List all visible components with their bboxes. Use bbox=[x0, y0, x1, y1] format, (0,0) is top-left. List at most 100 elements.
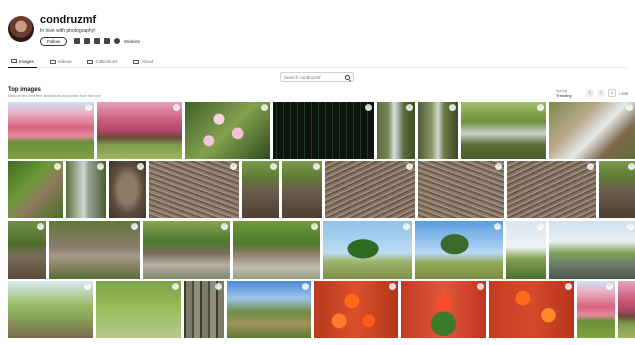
image-tile-orange-roses[interactable]: ♡ bbox=[314, 281, 398, 338]
like-heart-icon[interactable]: ♡ bbox=[313, 163, 320, 170]
image-tile-coins-closeup-3[interactable]: ♡ bbox=[507, 161, 596, 218]
like-heart-icon[interactable]: ♡ bbox=[173, 104, 180, 111]
search-input[interactable] bbox=[284, 74, 342, 81]
next-page-button[interactable]: › bbox=[597, 89, 605, 97]
like-heart-icon[interactable]: ♡ bbox=[221, 223, 228, 230]
image-tile-wooden-arch[interactable]: ♡ bbox=[143, 221, 230, 279]
tab-images[interactable]: Images bbox=[8, 56, 37, 68]
image-tile-waterfall-green[interactable]: ♡ bbox=[461, 102, 546, 159]
page-input[interactable]: 1 bbox=[608, 89, 616, 97]
like-heart-icon[interactable]: ♡ bbox=[97, 163, 104, 170]
image-tile-mossy-stream[interactable]: ♡ bbox=[8, 161, 63, 218]
image-tile-waterfall-cliff[interactable]: ♡ bbox=[418, 102, 458, 159]
instagram-icon[interactable] bbox=[74, 38, 80, 44]
image-tile-lone-tree-field[interactable]: ♡ bbox=[323, 221, 412, 279]
image-tile-green-rain-lines[interactable]: ♡ bbox=[273, 102, 374, 159]
follow-button[interactable]: Follow bbox=[40, 37, 67, 46]
image-icon bbox=[11, 59, 17, 63]
image-tile-pink-flowers-branch[interactable]: ♡ bbox=[185, 102, 270, 159]
image-tile-waterfall-cascade[interactable]: ♡ bbox=[549, 102, 635, 159]
image-tile-mossy-waterfall[interactable]: ♡ bbox=[66, 161, 106, 218]
profile-tabs: Images Videos Collections About bbox=[8, 56, 627, 68]
image-tile-pink-blossom-park[interactable]: ♡ bbox=[97, 102, 182, 159]
image-tile-river-landscape[interactable]: ♡ bbox=[549, 221, 635, 279]
image-tile-fallen-log[interactable]: ♡ bbox=[8, 221, 46, 279]
image-tile-country-path[interactable]: ♡ bbox=[227, 281, 311, 338]
like-heart-icon[interactable]: ♡ bbox=[449, 104, 456, 111]
like-heart-icon[interactable]: ♡ bbox=[230, 163, 237, 170]
image-tile-wooden-fence-path[interactable]: ♡ bbox=[8, 281, 93, 338]
like-heart-icon[interactable]: ♡ bbox=[365, 104, 372, 111]
twitter-icon[interactable] bbox=[84, 38, 90, 44]
like-heart-icon[interactable]: ♡ bbox=[627, 223, 634, 230]
image-tile-coin-stump-2[interactable]: ♡ bbox=[282, 161, 322, 218]
like-heart-icon[interactable]: ♡ bbox=[537, 223, 544, 230]
like-heart-icon[interactable]: ♡ bbox=[403, 223, 410, 230]
tab-about[interactable]: About bbox=[130, 56, 156, 68]
avatar[interactable] bbox=[8, 16, 34, 42]
image-tile-coin-wood[interactable]: ♡ bbox=[149, 161, 239, 218]
like-heart-icon[interactable]: ♡ bbox=[261, 104, 268, 111]
like-heart-icon[interactable]: ♡ bbox=[302, 283, 309, 290]
like-heart-icon[interactable]: ♡ bbox=[131, 223, 138, 230]
like-heart-icon[interactable]: ♡ bbox=[406, 104, 413, 111]
tab-label: Collections bbox=[95, 59, 118, 64]
username[interactable]: condruzmf bbox=[40, 14, 96, 26]
image-tile-orange-roses-wall[interactable]: ♡ bbox=[489, 281, 574, 338]
like-heart-icon[interactable]: ♡ bbox=[311, 223, 318, 230]
image-tile-pink-blossom-park[interactable]: ♡ bbox=[618, 281, 635, 338]
image-tile-wooden-arch-2[interactable]: ♡ bbox=[233, 221, 320, 279]
image-tile-pine-forest[interactable]: ♡ bbox=[184, 281, 224, 338]
profile-tagline: In love with photography! bbox=[40, 28, 96, 34]
search-icon[interactable] bbox=[345, 75, 350, 80]
image-tile-lone-tree-sky[interactable]: ♡ bbox=[415, 221, 503, 279]
image-tile-tree-stump[interactable]: ♡ bbox=[242, 161, 279, 218]
image-tile-birds-in-grass[interactable]: ♡ bbox=[96, 281, 181, 338]
image-tile-coins-closeup-2[interactable]: ♡ bbox=[418, 161, 504, 218]
like-heart-icon[interactable]: ♡ bbox=[406, 163, 413, 170]
like-heart-icon[interactable]: ♡ bbox=[606, 283, 613, 290]
info-icon bbox=[133, 59, 140, 64]
like-heart-icon[interactable]: ♡ bbox=[494, 223, 501, 230]
facebook-icon[interactable] bbox=[94, 38, 100, 44]
like-heart-icon[interactable]: ♡ bbox=[628, 163, 635, 170]
like-heart-icon[interactable]: ♡ bbox=[495, 163, 502, 170]
prev-page-button[interactable]: ‹ bbox=[586, 89, 594, 97]
image-tile-coin-stump[interactable]: ♡ bbox=[109, 161, 146, 218]
profile-header: condruzmf In love with photography! Foll… bbox=[8, 12, 627, 54]
image-tile-bare-tree[interactable]: ♡ bbox=[506, 221, 546, 279]
sort-select[interactable]: Trending bbox=[556, 93, 572, 98]
section-subtitle: Discover the best free illustrations and… bbox=[8, 94, 101, 98]
flickr-icon[interactable] bbox=[104, 38, 110, 44]
collection-icon bbox=[87, 59, 94, 64]
image-tile-pink-blossom-trees[interactable]: ♡ bbox=[8, 102, 94, 159]
like-heart-icon[interactable]: ♡ bbox=[270, 163, 277, 170]
like-heart-icon[interactable]: ♡ bbox=[537, 104, 544, 111]
like-heart-icon[interactable]: ♡ bbox=[84, 283, 91, 290]
image-tile-waterfall-rocks[interactable]: ♡ bbox=[377, 102, 415, 159]
like-heart-icon[interactable]: ♡ bbox=[37, 223, 44, 230]
image-tile-coins-closeup[interactable]: ♡ bbox=[325, 161, 415, 218]
image-tile-stacked-logs[interactable]: ♡ bbox=[49, 221, 140, 279]
like-heart-icon[interactable]: ♡ bbox=[215, 283, 222, 290]
section-title: Top images bbox=[8, 87, 41, 93]
globe-icon[interactable] bbox=[114, 38, 120, 44]
like-heart-icon[interactable]: ♡ bbox=[587, 163, 594, 170]
like-heart-icon[interactable]: ♡ bbox=[565, 283, 572, 290]
like-heart-icon[interactable]: ♡ bbox=[137, 163, 144, 170]
like-heart-icon[interactable]: ♡ bbox=[54, 163, 61, 170]
tab-label: Images bbox=[19, 58, 34, 64]
image-tile-red-rose-bush[interactable]: ♡ bbox=[401, 281, 486, 338]
tab-videos[interactable]: Videos bbox=[47, 56, 75, 68]
pagination: ‹ › 1 / 209 bbox=[586, 89, 628, 97]
like-heart-icon[interactable]: ♡ bbox=[85, 104, 92, 111]
website-link[interactable]: Website bbox=[124, 39, 140, 44]
like-heart-icon[interactable]: ♡ bbox=[477, 283, 484, 290]
like-heart-icon[interactable]: ♡ bbox=[389, 283, 396, 290]
image-tile-pink-blossom-trees[interactable]: ♡ bbox=[577, 281, 615, 338]
search-box bbox=[280, 72, 354, 82]
like-heart-icon[interactable]: ♡ bbox=[172, 283, 179, 290]
like-heart-icon[interactable]: ♡ bbox=[626, 104, 633, 111]
tab-collections[interactable]: Collections bbox=[84, 56, 120, 68]
image-tile-stump-meadow[interactable]: ♡ bbox=[599, 161, 635, 218]
